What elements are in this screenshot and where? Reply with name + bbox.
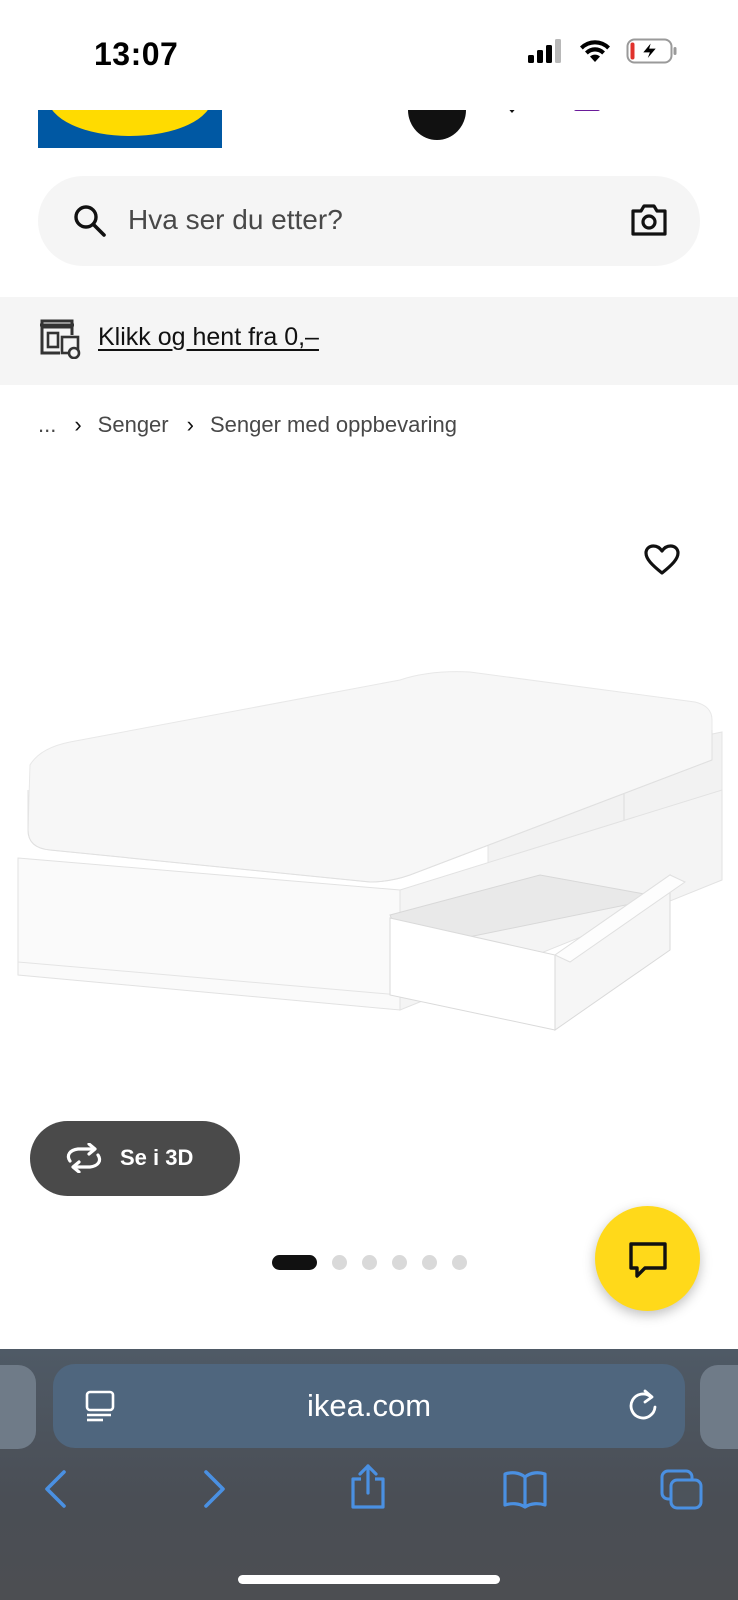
chevron-right-icon: ›	[74, 412, 82, 437]
menu-mini-icon[interactable]	[648, 110, 678, 114]
address-bar[interactable]: ikea.com	[53, 1364, 685, 1448]
browser-nav-toolbar	[0, 1464, 738, 1529]
logo-oval	[48, 110, 212, 136]
store-icon	[40, 319, 81, 359]
breadcrumb-ellipsis[interactable]: ...	[38, 412, 56, 438]
browser-toolbar: ikea.com	[0, 1349, 738, 1600]
chevron-right-icon: ›	[186, 412, 194, 437]
rotate-3d-icon	[66, 1143, 102, 1173]
bookmarks-icon[interactable]	[502, 1469, 548, 1509]
reload-icon[interactable]	[627, 1388, 659, 1422]
carousel-dot[interactable]	[452, 1255, 467, 1270]
view-3d-label: Se i 3D	[120, 1145, 194, 1170]
search-icon	[74, 205, 106, 237]
chat-icon	[629, 1242, 667, 1278]
wifi-icon	[580, 40, 610, 62]
breadcrumb-item-storage-beds[interactable]: Senger med oppbevaring	[210, 412, 457, 438]
url-text[interactable]: ikea.com	[53, 1388, 685, 1424]
carousel-dot[interactable]	[332, 1255, 347, 1270]
cart-mini-icon[interactable]	[572, 110, 602, 114]
carousel-dot[interactable]	[362, 1255, 377, 1270]
bed-product-photo	[17, 671, 723, 1031]
carousel-dot[interactable]	[392, 1255, 407, 1270]
heart-icon[interactable]	[644, 544, 680, 576]
breadcrumb-item-beds[interactable]: Senger	[98, 412, 169, 438]
click-collect-banner[interactable]: Klikk og hent fra 0,–	[0, 297, 738, 385]
status-bar: 13:07	[0, 0, 738, 110]
ikea-logo[interactable]	[38, 110, 222, 148]
next-tab-peek[interactable]	[700, 1365, 738, 1449]
status-time: 13:07	[94, 36, 179, 72]
site-header	[0, 110, 738, 166]
battery-charging-icon	[626, 38, 677, 64]
camera-icon[interactable]	[630, 202, 668, 238]
home-indicator[interactable]	[238, 1575, 500, 1584]
breadcrumb: ... › Senger › Senger med oppbevaring	[38, 412, 457, 438]
heart-mini-icon[interactable]	[502, 110, 522, 116]
click-collect-link[interactable]: Klikk og hent fra 0,–	[98, 323, 319, 352]
share-icon[interactable]	[348, 1463, 388, 1511]
search-bar[interactable]: Hva ser du etter?	[38, 176, 700, 266]
back-icon[interactable]	[42, 1469, 70, 1509]
tabs-icon[interactable]	[660, 1469, 704, 1511]
previous-tab-peek[interactable]	[0, 1365, 36, 1449]
carousel-dot[interactable]	[422, 1255, 437, 1270]
status-icons	[528, 38, 678, 64]
chat-button[interactable]	[595, 1206, 700, 1311]
forward-icon[interactable]	[200, 1469, 228, 1509]
view-3d-button[interactable]: Se i 3D	[30, 1121, 240, 1196]
search-input[interactable]: Hva ser du etter?	[128, 204, 343, 236]
account-avatar[interactable]	[408, 110, 466, 140]
carousel-indicator[interactable]	[272, 1255, 467, 1270]
signal-icon	[528, 39, 561, 63]
carousel-dot-active[interactable]	[272, 1255, 317, 1270]
